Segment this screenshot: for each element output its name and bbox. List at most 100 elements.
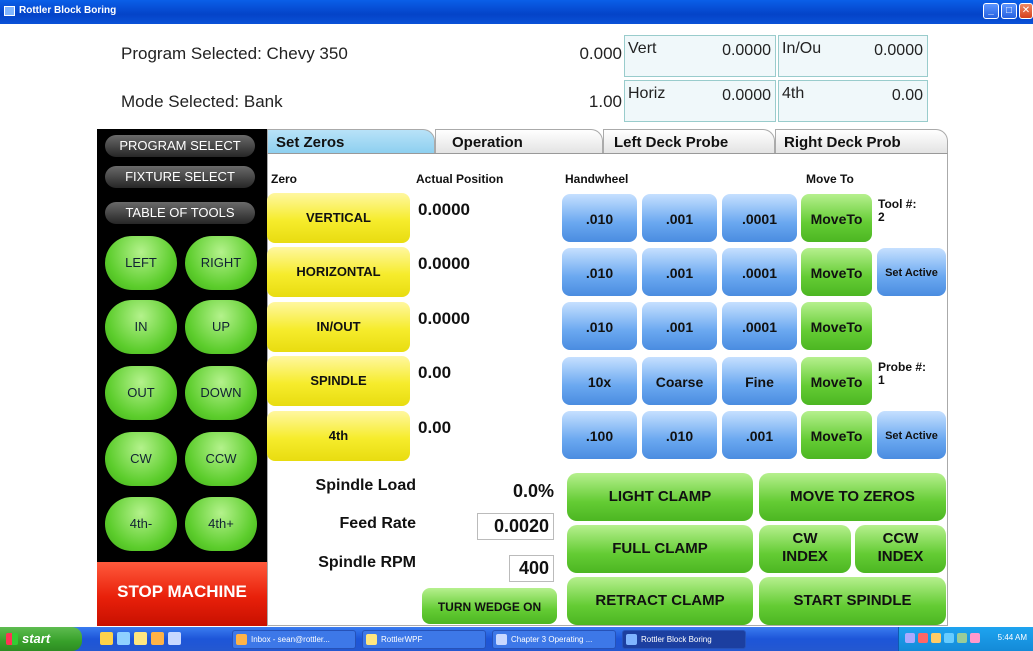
start-button[interactable]: start — [0, 627, 82, 651]
handwheel-button[interactable]: .010 — [562, 302, 637, 350]
move-to-column-header: Move To — [806, 172, 854, 186]
zero-inout-button[interactable]: IN/OUT — [267, 302, 410, 352]
taskbar: start Inbox - sean@rottler... RottlerWPF… — [0, 627, 1033, 651]
tab-left-deck-probe[interactable]: Left Deck Probe — [603, 129, 775, 154]
start-spindle-button[interactable]: START SPINDLE — [759, 577, 946, 625]
outlook-icon[interactable] — [151, 632, 164, 645]
app-icon — [626, 634, 637, 645]
tab-right-deck-probe[interactable]: Right Deck Prob — [775, 129, 948, 154]
probe-label: Probe #: — [878, 360, 927, 374]
handwheel-button[interactable]: .010 — [562, 194, 637, 242]
zero-4th-button[interactable]: 4th — [267, 411, 410, 461]
task-label: Rottler Block Boring — [641, 635, 712, 644]
zero-horizontal-button[interactable]: HORIZONTAL — [267, 247, 410, 297]
zero-vertical-button[interactable]: VERTICAL — [267, 193, 410, 243]
app-icon — [4, 6, 15, 16]
window-title: Rottler Block Boring — [19, 5, 117, 16]
handwheel-button[interactable]: .001 — [642, 194, 717, 242]
taskbar-item-chapter3[interactable]: Chapter 3 Operating ... — [492, 630, 616, 649]
tab-set-zeros[interactable]: Set Zeros — [267, 129, 435, 154]
maximize-button[interactable]: □ — [1001, 3, 1017, 19]
vert-readout: Vert 0.0000 — [624, 35, 776, 77]
handwheel-button[interactable]: .010 — [642, 411, 717, 459]
handwheel-button[interactable]: .001 — [642, 302, 717, 350]
jog-down-button[interactable]: DOWN — [185, 366, 257, 420]
probe-number-label: Probe #: 1 — [878, 361, 926, 387]
handwheel-button[interactable]: .010 — [562, 248, 637, 296]
spindle-rpm-field[interactable]: 400 — [509, 555, 554, 582]
handwheel-coarse-button[interactable]: Coarse — [642, 357, 717, 405]
close-button[interactable]: ✕ — [1019, 3, 1033, 19]
jog-left-button[interactable]: LEFT — [105, 236, 177, 290]
jog-out-button[interactable]: OUT — [105, 366, 177, 420]
full-clamp-button[interactable]: FULL CLAMP — [567, 525, 753, 573]
feed-rate-field[interactable]: 0.0020 — [477, 513, 554, 540]
tray-icon[interactable] — [957, 633, 967, 643]
set-active-tool-button[interactable]: Set Active — [877, 248, 946, 296]
minimize-button[interactable]: _ — [983, 3, 999, 19]
move-to-inout-button[interactable]: MoveTo — [801, 302, 872, 350]
zero-spindle-button[interactable]: SPINDLE — [267, 356, 410, 406]
jog-cw-button[interactable]: CW — [105, 432, 177, 486]
handwheel-button[interactable]: .001 — [642, 248, 717, 296]
handwheel-column-header: Handwheel — [565, 172, 629, 186]
fixture-select-button[interactable]: FIXTURE SELECT — [105, 166, 255, 188]
inout-value: 0.0000 — [874, 42, 923, 59]
move-to-zeros-button[interactable]: MOVE TO ZEROS — [759, 473, 946, 521]
handwheel-button[interactable]: .0001 — [722, 248, 797, 296]
tray-icon[interactable] — [931, 633, 941, 643]
task-label: Chapter 3 Operating ... — [511, 635, 593, 644]
actual-position-vertical: 0.0000 — [418, 200, 470, 219]
move-to-vertical-button[interactable]: MoveTo — [801, 194, 872, 242]
handwheel-button[interactable]: .100 — [562, 411, 637, 459]
jog-4th-minus-button[interactable]: 4th- — [105, 497, 177, 551]
fourth-readout: 4th 0.00 — [778, 80, 928, 122]
tab-operation[interactable]: Operation — [435, 129, 603, 154]
tray-icon[interactable] — [905, 633, 915, 643]
taskbar-item-rottler-block-boring[interactable]: Rottler Block Boring — [622, 630, 746, 649]
tray-icon[interactable] — [918, 633, 928, 643]
set-active-probe-button[interactable]: Set Active — [877, 411, 946, 459]
jog-up-button[interactable]: UP — [185, 300, 257, 354]
title-bar: Rottler Block Boring _ □ ✕ — [0, 0, 1033, 24]
move-to-horizontal-button[interactable]: MoveTo — [801, 248, 872, 296]
program-select-button[interactable]: PROGRAM SELECT — [105, 135, 255, 157]
task-label: Inbox - sean@rottler... — [251, 635, 330, 644]
folder-icon — [366, 634, 377, 645]
fourth-label: 4th — [782, 85, 805, 102]
task-label: RottlerWPF — [381, 635, 423, 644]
move-to-spindle-button[interactable]: MoveTo — [801, 357, 872, 405]
ccw-index-button[interactable]: CCW INDEX — [855, 525, 946, 573]
tray-icon[interactable] — [970, 633, 980, 643]
program-selected-label: Program Selected: Chevy 350 — [121, 44, 348, 63]
jog-ccw-button[interactable]: CCW — [185, 432, 257, 486]
table-of-tools-button[interactable]: TABLE OF TOOLS — [105, 202, 255, 224]
move-to-4th-button[interactable]: MoveTo — [801, 411, 872, 459]
ie-icon[interactable] — [100, 632, 113, 645]
light-clamp-button[interactable]: LIGHT CLAMP — [567, 473, 753, 521]
header-value-2: 1.00 — [588, 92, 622, 111]
handwheel-button[interactable]: .0001 — [722, 194, 797, 242]
horiz-value: 0.0000 — [722, 87, 771, 104]
cw-index-button[interactable]: CW INDEX — [759, 525, 851, 573]
tray-icon[interactable] — [944, 633, 954, 643]
stop-machine-button[interactable]: STOP MACHINE — [97, 562, 267, 626]
quicklaunch-icon[interactable] — [168, 632, 181, 645]
jog-right-button[interactable]: RIGHT — [185, 236, 257, 290]
actual-position-spindle: 0.00 — [418, 363, 452, 382]
cw-index-line1: CW — [792, 530, 818, 547]
handwheel-button[interactable]: .0001 — [722, 302, 797, 350]
handwheel-10x-button[interactable]: 10x — [562, 357, 637, 405]
folder-icon[interactable] — [134, 632, 147, 645]
turn-wedge-on-button[interactable]: TURN WEDGE ON — [422, 588, 557, 624]
retract-clamp-button[interactable]: RETRACT CLAMP — [567, 577, 753, 625]
taskbar-item-inbox[interactable]: Inbox - sean@rottler... — [232, 630, 356, 649]
tool-value: 2 — [878, 210, 885, 224]
browser-icon[interactable] — [117, 632, 130, 645]
taskbar-item-rottlerwpf[interactable]: RottlerWPF — [362, 630, 486, 649]
horiz-label: Horiz — [628, 85, 666, 102]
jog-4th-plus-button[interactable]: 4th+ — [185, 497, 257, 551]
jog-in-button[interactable]: IN — [105, 300, 177, 354]
handwheel-fine-button[interactable]: Fine — [722, 357, 797, 405]
handwheel-button[interactable]: .001 — [722, 411, 797, 459]
